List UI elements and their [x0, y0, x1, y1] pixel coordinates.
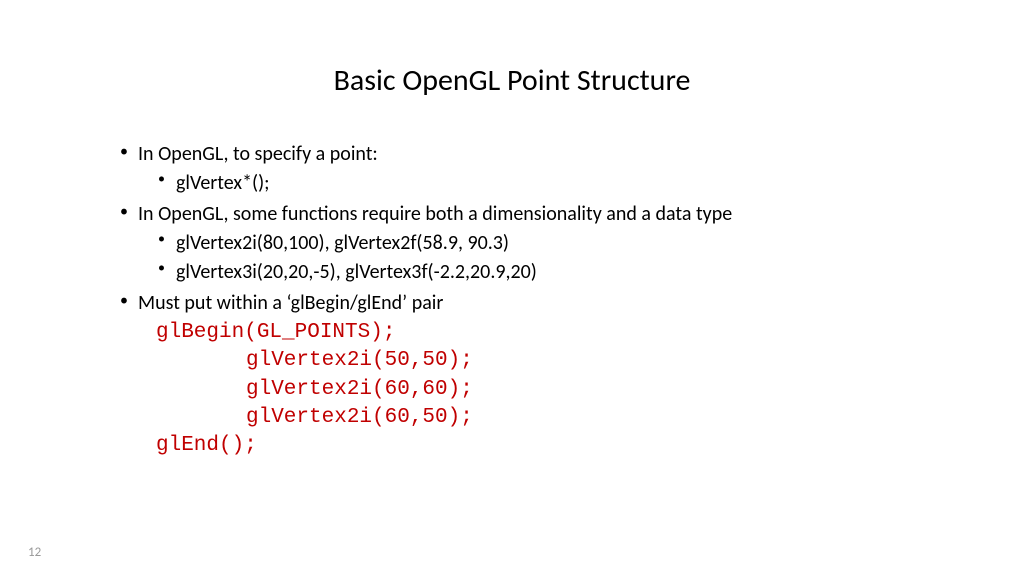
- slide: Basic OpenGL Point Structure In OpenGL, …: [0, 0, 1024, 576]
- code-block: glBegin(GL_POINTS); glVertex2i(50,50); g…: [156, 319, 944, 461]
- code-line: glVertex2i(60,50);: [156, 404, 944, 432]
- bullet-item: In OpenGL, some functions require both a…: [120, 201, 944, 286]
- slide-content: In OpenGL, to specify a point: glVertex*…: [80, 141, 944, 461]
- code-line: glVertex2i(60,60);: [156, 376, 944, 404]
- sub-bullet-text: glVertex*();: [176, 171, 270, 195]
- bullet-item: In OpenGL, to specify a point: glVertex*…: [120, 141, 944, 197]
- bullet-text: Must put within a ‘glBegin/glEnd’ pair: [138, 291, 443, 315]
- bullet-list: In OpenGL, to specify a point: glVertex*…: [120, 141, 944, 461]
- bullet-text: In OpenGL, to specify a point:: [138, 142, 378, 166]
- bullet-item: Must put within a ‘glBegin/glEnd’ pair g…: [120, 290, 944, 461]
- sub-bullet-item: glVertex3i(20,20,-5), glVertex3f(-2.2,20…: [138, 259, 944, 286]
- sub-bullet-list: glVertex2i(80,100), glVertex2f(58.9, 90.…: [138, 230, 944, 286]
- sub-bullet-text: glVertex2i(80,100), glVertex2f(58.9, 90.…: [176, 231, 509, 255]
- code-line: glBegin(GL_POINTS);: [156, 319, 944, 347]
- sub-bullet-item: glVertex*();: [138, 170, 944, 197]
- sub-bullet-item: glVertex2i(80,100), glVertex2f(58.9, 90.…: [138, 230, 944, 257]
- code-line: glEnd();: [156, 432, 944, 460]
- sub-bullet-text: glVertex3i(20,20,-5), glVertex3f(-2.2,20…: [176, 260, 537, 284]
- code-line: glVertex2i(50,50);: [156, 347, 944, 375]
- page-number: 12: [28, 545, 41, 560]
- slide-title: Basic OpenGL Point Structure: [80, 62, 944, 99]
- sub-bullet-list: glVertex*();: [138, 170, 944, 197]
- bullet-text: In OpenGL, some functions require both a…: [138, 202, 732, 226]
